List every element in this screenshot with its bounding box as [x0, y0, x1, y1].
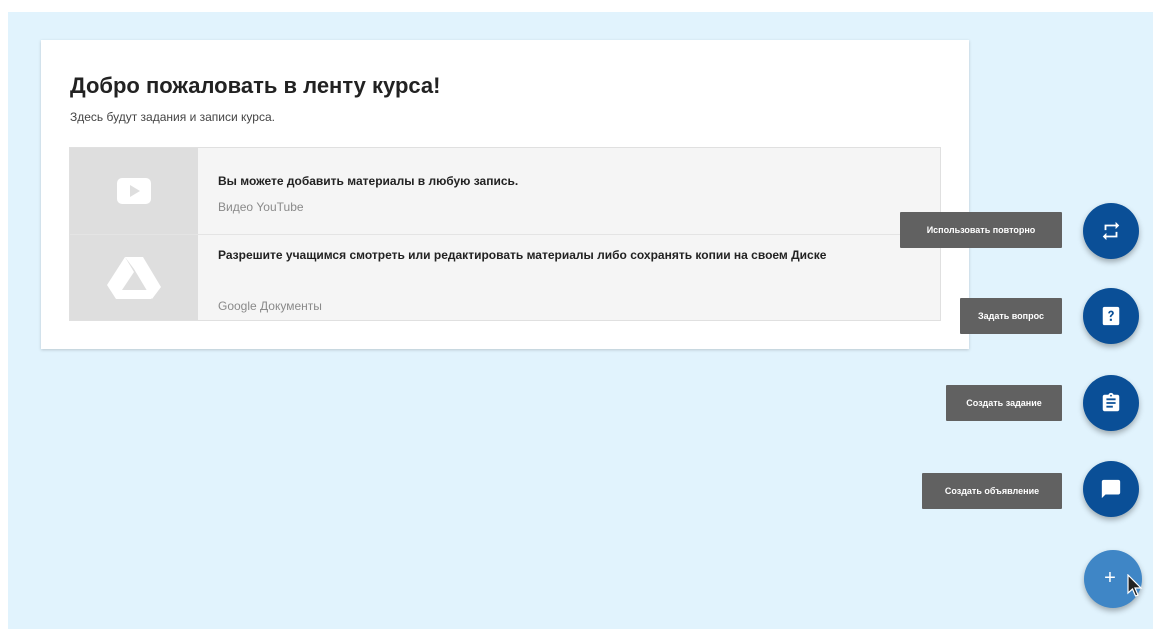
reuse-post-button[interactable]	[1083, 203, 1139, 259]
material-title: Вы можете добавить материалы в любую зап…	[218, 174, 519, 188]
create-assignment-button[interactable]	[1083, 375, 1139, 431]
assignment-icon	[1102, 392, 1120, 412]
question-icon	[1102, 306, 1120, 326]
welcome-card: Добро пожаловать в ленту курса! Здесь бу…	[41, 40, 969, 349]
create-assignment-tooltip: Создать задание	[946, 385, 1062, 421]
ask-question-tooltip: Задать вопрос	[960, 298, 1062, 334]
announcement-icon	[1101, 479, 1121, 499]
youtube-play-icon	[117, 178, 151, 204]
create-announcement-button[interactable]	[1083, 461, 1139, 517]
material-item-youtube[interactable]: Вы можете добавить материалы в любую зап…	[70, 148, 940, 235]
reuse-tooltip: Использовать повторно	[900, 212, 1062, 248]
google-drive-icon	[107, 257, 161, 299]
material-title: Разрешите учащимся смотреть или редактир…	[218, 248, 827, 262]
material-thumbnail	[70, 235, 198, 320]
material-item-drive[interactable]: Разрешите учащимся смотреть или редактир…	[70, 235, 940, 320]
mouse-cursor-icon	[1127, 574, 1143, 597]
material-source: Видео YouTube	[218, 200, 304, 214]
ask-question-button[interactable]	[1083, 288, 1139, 344]
welcome-title: Добро пожаловать в ленту курса!	[70, 73, 441, 98]
materials-list: Вы можете добавить материалы в любую зап…	[69, 147, 941, 321]
material-source: Google Документы	[218, 299, 322, 313]
material-thumbnail	[70, 148, 198, 234]
create-announcement-tooltip: Создать объявление	[922, 473, 1062, 509]
plus-icon: +	[1104, 566, 1116, 589]
welcome-subtitle: Здесь будут задания и записи курса.	[70, 110, 275, 124]
reuse-icon	[1102, 221, 1120, 241]
